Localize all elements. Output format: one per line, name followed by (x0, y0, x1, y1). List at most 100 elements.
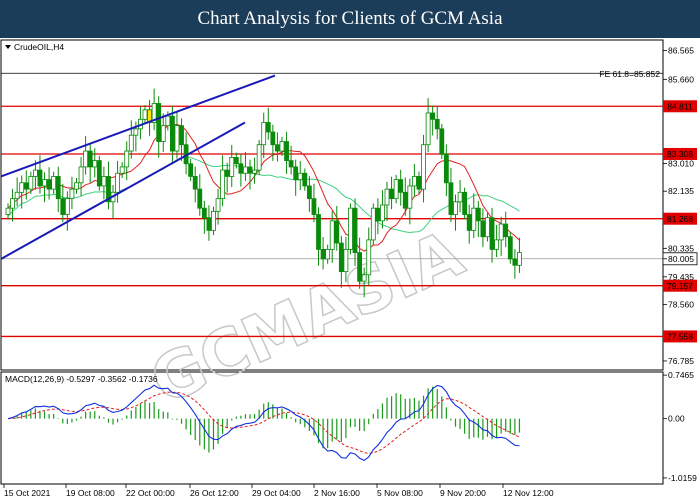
macd-label: MACD(12,26,9) -0.5297 -0.3562 -0.1736 (5, 374, 158, 384)
candle-body (430, 112, 436, 120)
candle-body (485, 217, 490, 238)
page-title: Chart Analysis for Clients of GCM Asia (197, 8, 503, 29)
candle-body (316, 214, 321, 250)
x-tick-label: 5 Nov 08:00 (377, 488, 423, 498)
macd-y-tick-label: -1.0159 (668, 473, 697, 483)
candle-body (220, 169, 226, 200)
candle-body (425, 112, 431, 146)
candle-body (92, 160, 98, 168)
candle-body (160, 125, 166, 142)
candle-body (512, 258, 518, 266)
candle-body (69, 188, 75, 200)
candle-body (348, 207, 353, 250)
candle-body (83, 150, 89, 168)
candle-body (370, 207, 376, 241)
title-bar: Chart Analysis for Clients of GCM Asia (0, 0, 700, 38)
candle-body (165, 115, 171, 127)
symbol-label: CrudeOIL,H4 (14, 42, 64, 52)
candle-body (380, 204, 385, 222)
candle-body (23, 182, 29, 190)
candle-body (133, 128, 139, 136)
x-tick-label: 2 Nov 16:00 (314, 488, 360, 498)
level-label: 81.268 (667, 214, 693, 224)
level-label: 79.157 (667, 281, 693, 291)
candle-body (10, 198, 15, 209)
candle-body (302, 172, 308, 187)
candle-body (201, 207, 207, 219)
candle-body (288, 160, 294, 168)
y-tick-label: 86.565 (668, 46, 694, 56)
chart-canvas: GCMASIA 84.81183.30881.26879.15777.55886… (0, 39, 698, 498)
y-tick-label: 76.785 (668, 356, 694, 366)
candle-body (238, 163, 244, 174)
candle-body (480, 220, 486, 238)
candle-body (229, 157, 235, 177)
candle-body (398, 179, 404, 193)
candle-body (439, 128, 445, 155)
candle-body (416, 176, 422, 190)
candle-body (87, 150, 93, 168)
candle-body (366, 239, 372, 276)
candle-body (51, 176, 57, 190)
candle-body (503, 223, 509, 238)
candle-body (46, 179, 52, 190)
candle-body (192, 176, 198, 190)
x-tick-label: 19 Oct 08:00 (66, 488, 115, 498)
candle-body (361, 274, 367, 282)
macd-y-tick-label: 0.00 (668, 414, 685, 424)
candle-body (375, 207, 381, 222)
candle-body (393, 179, 399, 200)
candle-body (297, 172, 303, 181)
candle-body (507, 236, 513, 260)
candle-body (334, 220, 340, 244)
candle-body (211, 210, 216, 231)
candle-body (124, 150, 130, 168)
candle-body (128, 134, 134, 152)
candle-body (64, 198, 70, 215)
y-tick-label: 80.005 (668, 254, 694, 264)
candle-body (42, 179, 47, 187)
candle-body (115, 172, 120, 193)
candle-body (256, 144, 262, 171)
candle-body (197, 188, 203, 209)
candle-body (101, 176, 107, 187)
macd-y-tick-label: 0.7465 (668, 370, 694, 380)
level-label: 84.811 (667, 101, 693, 111)
candle-body (320, 249, 326, 260)
y-tick-label: 80.335 (668, 243, 694, 253)
candle-body (306, 185, 312, 200)
candle-body (421, 144, 426, 190)
candle-body (215, 198, 221, 212)
fe-annotation: FE 61.8=85.852 (599, 69, 660, 79)
candle-body (462, 191, 468, 215)
x-tick-label: 12 Nov 12:00 (503, 488, 554, 498)
candle-body (60, 198, 66, 215)
candle-body (338, 242, 344, 273)
candle-body (74, 182, 79, 190)
candle-body (55, 176, 61, 200)
candle-body (78, 166, 84, 184)
y-tick-label: 78.560 (668, 300, 694, 310)
candle-body (453, 201, 458, 215)
candle-body (284, 141, 289, 161)
x-tick-label: 15 Oct 2021 (4, 488, 51, 498)
candle-body (96, 160, 102, 187)
candle-body (28, 176, 34, 190)
candle-body (384, 188, 390, 206)
candle-body (275, 144, 280, 152)
candle-body (243, 166, 248, 174)
level-label: 77.558 (667, 332, 693, 342)
candle-body (247, 166, 253, 174)
candle-body (352, 207, 358, 253)
candle-body (357, 252, 363, 282)
candle-body (434, 118, 440, 130)
candle-body (402, 191, 408, 209)
y-tick-label: 79.435 (668, 272, 694, 282)
candle-body (179, 125, 184, 146)
x-tick-label: 9 Nov 20:00 (440, 488, 486, 498)
candle-body (174, 125, 180, 152)
candle-body (261, 122, 267, 146)
candle-body (494, 239, 500, 250)
candle-body (412, 176, 417, 187)
candle-body (457, 191, 463, 203)
